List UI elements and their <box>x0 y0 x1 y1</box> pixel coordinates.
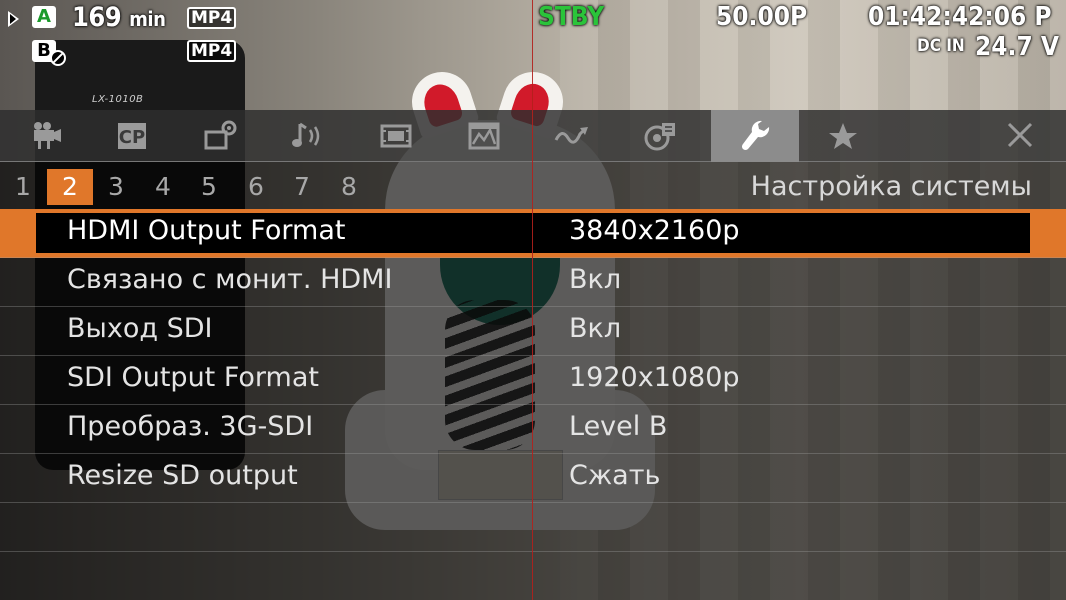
tab-camera-settings[interactable] <box>176 110 264 162</box>
recording-media-icon <box>644 123 675 151</box>
setting-row-hdmi-output-format[interactable]: HDMI Output Format 3840x2160p <box>0 209 1066 258</box>
frame-rate: 50.00P <box>716 2 808 32</box>
assistance-icon <box>468 122 500 150</box>
close-menu-button[interactable] <box>976 110 1064 162</box>
recording-format-b: MP4 <box>187 40 237 62</box>
remaining-record-time: 169 min <box>72 2 166 33</box>
page-1[interactable]: 1 <box>0 169 46 205</box>
page-3[interactable]: 3 <box>93 169 139 205</box>
page-7[interactable]: 7 <box>279 169 325 205</box>
setting-value: 1920x1080p <box>569 362 740 393</box>
page-8[interactable]: 8 <box>326 169 372 205</box>
tab-audio[interactable] <box>264 110 352 162</box>
setting-label: SDI Output Format <box>67 362 319 393</box>
setting-value: 3840x2160p <box>569 215 740 246</box>
setting-label: Преобраз. 3G-SDI <box>67 411 314 442</box>
setting-value: Вкл <box>569 264 622 295</box>
tab-my-menu[interactable] <box>799 110 887 162</box>
tab-assistance[interactable] <box>440 110 528 162</box>
setting-row-3g-sdi-mapping[interactable]: Преобраз. 3G-SDI Level B <box>0 405 1066 454</box>
empty-row <box>0 503 1066 552</box>
voltage: 24.7 V <box>975 32 1059 62</box>
settings-list: HDMI Output Format 3840x2160p Связано с … <box>0 209 1066 552</box>
remaining-value: 169 <box>72 2 122 33</box>
setting-label: Resize SD output <box>67 460 298 491</box>
camera-icon <box>34 122 61 149</box>
cp-icon: CP <box>118 123 146 149</box>
background-monitor-label: LX-1010B <box>92 94 144 105</box>
center-marker <box>532 0 533 600</box>
setting-value: Level B <box>569 411 668 442</box>
menu-page-selector: 1 2 3 4 5 6 7 8 Настройка системы <box>0 163 1066 209</box>
network-icon <box>554 127 588 144</box>
setting-row-sdi-output[interactable]: Выход SDI Вкл <box>0 307 1066 356</box>
tab-recording-media[interactable] <box>616 110 704 162</box>
page-5[interactable]: 5 <box>186 169 232 205</box>
page-4[interactable]: 4 <box>140 169 186 205</box>
tab-video[interactable] <box>352 110 440 162</box>
tab-system-setup[interactable] <box>711 110 799 162</box>
menu-section-title: Настройка системы <box>750 171 1032 202</box>
page-6[interactable]: 6 <box>233 169 279 205</box>
page-2[interactable]: 2 <box>47 169 93 205</box>
star-icon <box>829 123 857 149</box>
record-status: STBY <box>538 2 605 32</box>
tab-network[interactable] <box>528 110 616 162</box>
audio-icon <box>292 122 320 147</box>
setting-row-sdi-output-format[interactable]: SDI Output Format 1920x1080p <box>0 356 1066 405</box>
tab-custom-picture[interactable]: CP <box>88 110 176 162</box>
menu-tab-bar: CP <box>0 110 1066 162</box>
setting-label: Выход SDI <box>67 313 213 344</box>
cp-icon-label: CP <box>119 127 145 148</box>
play-mode-icon <box>8 11 19 27</box>
timecode: 01:42:42:06 P <box>868 2 1052 32</box>
setting-label: HDMI Output Format <box>67 215 346 246</box>
setting-value: Сжать <box>569 460 661 491</box>
remaining-unit: min <box>129 7 166 31</box>
setting-row-resize-sd-output[interactable]: Resize SD output Сжать <box>0 454 1066 503</box>
wrench-icon <box>741 120 770 151</box>
video-icon <box>380 124 412 148</box>
setting-row-hdmi-monitor-link[interactable]: Связано с монит. HDMI Вкл <box>0 258 1066 307</box>
setting-label: Связано с монит. HDMI <box>67 264 393 295</box>
tab-camera[interactable] <box>0 110 88 162</box>
camera-settings-icon <box>204 120 237 150</box>
card-slot-b-disabled-icon <box>50 50 66 66</box>
card-slot-a-indicator: A <box>32 6 56 28</box>
power-source: DC IN <box>917 36 965 56</box>
recording-format-a: MP4 <box>187 7 237 29</box>
close-icon <box>1007 122 1033 148</box>
setting-value: Вкл <box>569 313 622 344</box>
